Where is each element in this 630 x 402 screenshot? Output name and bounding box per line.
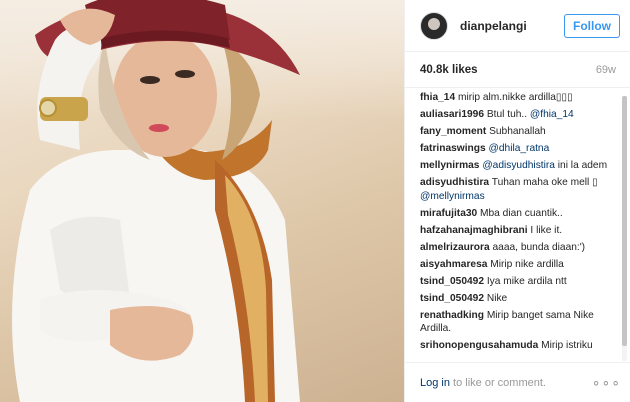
follow-button[interactable]: Follow <box>564 13 620 38</box>
comments-list[interactable]: fhia_14 mirip alm.nikke ardilla▯▯▯ aulia… <box>405 89 620 360</box>
comment-user[interactable]: aisyahmaresa <box>420 259 487 270</box>
comment-mention[interactable]: @fhia_14 <box>530 109 574 120</box>
comment-mention[interactable]: @adisyudhistira <box>482 160 555 171</box>
comment-user[interactable]: tsind_050492 <box>420 293 484 304</box>
comment-mention[interactable]: @dhila_ratna <box>489 143 550 154</box>
comment-text: Btul tuh.. <box>486 109 530 120</box>
comment-user[interactable]: adisyudhistira <box>420 177 489 188</box>
post-header: dianpelangi Follow <box>405 0 630 52</box>
comment-user[interactable]: hafzahanajmaghibrani <box>420 225 528 236</box>
comment-user[interactable]: mirafujita30 <box>420 208 477 219</box>
post-footer: Log in to like or comment. ∘∘∘ <box>405 362 630 402</box>
comment-text: ini la adem <box>554 160 608 171</box>
comment-text: I like it. <box>530 224 563 236</box>
post-side-panel: dianpelangi Follow 40.8k likes 69w fhia_… <box>404 0 630 402</box>
comment-mention[interactable]: @mellynirmas <box>420 191 485 202</box>
comment-user[interactable]: fhia_14 <box>420 92 455 103</box>
comment-text: Mirip nike ardilla <box>490 258 564 270</box>
comment-user[interactable]: almelrizaurora <box>420 242 490 253</box>
comment-user[interactable]: fany_moment <box>420 126 486 137</box>
comment-user[interactable]: auliasari1996 <box>420 109 484 120</box>
list-item: mellynirmas @adisyudhistira ini la adem <box>420 159 620 173</box>
login-link[interactable]: Log in <box>420 377 450 389</box>
list-item: fany_moment Subhanallah <box>420 125 620 139</box>
comment-user[interactable]: srihonopengusahamuda <box>420 340 538 351</box>
post-stats: 40.8k likes 69w <box>405 52 630 88</box>
post-photo[interactable] <box>0 0 404 402</box>
list-item: renathadking Mirip banget sama Nike Ardi… <box>420 309 620 336</box>
list-item: tsind_050492 Iya mike ardila ntt <box>420 275 620 289</box>
list-item: hafzahanajmaghibrani I like it. <box>420 224 620 238</box>
comment-text: Tuhan maha oke mell ▯ <box>491 177 598 188</box>
list-item: adisyudhistira Tuhan maha oke mell ▯ @me… <box>420 176 620 203</box>
list-item: aisyahmaresa Mirip nike ardilla <box>420 258 620 272</box>
comment-text: mirip alm.nikke ardilla▯▯▯ <box>457 92 573 103</box>
woman-illustration <box>12 0 300 402</box>
comment-text: Mirip istriku <box>541 340 593 351</box>
likes-count[interactable]: 40.8k likes <box>420 64 478 76</box>
comment-text: Subhanallah <box>489 126 546 137</box>
comment-text: Nike <box>486 292 508 304</box>
list-item: srihonopengusahamuda Mirip istriku <box>420 339 620 353</box>
list-item: almelrizaurora aaaa, bunda diaan:') <box>420 241 620 255</box>
list-item: fhia_14 mirip alm.nikke ardilla▯▯▯ <box>420 91 620 105</box>
instagram-post: dianpelangi Follow 40.8k likes 69w fhia_… <box>0 0 630 402</box>
list-item: auliasari1996 Btul tuh.. @fhia_14 <box>420 108 620 122</box>
scrollbar-thumb[interactable] <box>622 96 627 346</box>
comment-user[interactable]: fatrinaswings <box>420 143 486 154</box>
post-username[interactable]: dianpelangi <box>460 19 564 33</box>
list-item: fatrinaswings @dhila_ratna <box>420 142 620 156</box>
comment-text: Iya mike ardila ntt <box>486 275 567 287</box>
more-options-icon[interactable]: ∘∘∘ <box>592 374 621 391</box>
list-item: tsind_050492 Nike <box>420 292 620 306</box>
avatar[interactable] <box>420 11 448 40</box>
comment-text: aaaa, bunda diaan:') <box>492 241 586 253</box>
login-prompt-text: to like or comment. <box>449 376 546 389</box>
comment-user[interactable]: renathadking <box>420 310 484 321</box>
comments-scrollbar[interactable] <box>622 96 627 361</box>
post-age[interactable]: 69w <box>596 64 616 76</box>
list-item: mirafujita30 Mba dian cuantik.. <box>420 207 620 221</box>
comment-text: Mba dian cuantik.. <box>480 207 563 219</box>
comment-user[interactable]: mellynirmas <box>420 160 479 171</box>
comment-user[interactable]: tsind_050492 <box>420 276 484 287</box>
login-prompt: Log in to like or comment. <box>420 377 592 389</box>
